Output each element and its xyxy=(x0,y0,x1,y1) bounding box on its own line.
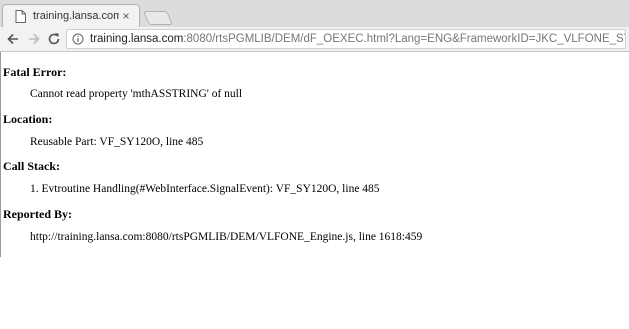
forward-button[interactable] xyxy=(25,30,43,48)
url-text: training.lansa.com:8080/rtsPGMLIB/DEM/dF… xyxy=(90,33,625,45)
fatal-error-heading: Fatal Error: xyxy=(3,65,67,79)
address-bar[interactable]: training.lansa.com:8080/rtsPGMLIB/DEM/dF… xyxy=(66,29,626,49)
browser-tab[interactable]: training.lansa.com:8080/ × xyxy=(2,4,140,27)
fatal-error-message: Cannot read property 'mthASSTRING' of nu… xyxy=(30,88,243,100)
back-button[interactable] xyxy=(4,30,22,48)
toolbar: training.lansa.com:8080/rtsPGMLIB/DEM/dF… xyxy=(0,27,629,52)
reported-by-heading: Reported By: xyxy=(3,207,72,221)
info-icon[interactable] xyxy=(72,33,84,45)
arrow-left-icon xyxy=(7,33,18,45)
call-stack-heading: Call Stack: xyxy=(3,159,60,173)
new-tab-button[interactable] xyxy=(143,11,173,25)
location-text: Reusable Part: VF_SY120O, line 485 xyxy=(30,136,204,148)
call-stack-entry: 1. Evtroutine Handling(#WebInterface.Sig… xyxy=(30,183,380,195)
page-icon xyxy=(15,9,26,23)
browser-window: training.lansa.com:8080/ × xyxy=(0,0,629,257)
url-path: :8080/rtsPGMLIB/DEM/dF_OEXEC.html?Lang=E… xyxy=(183,33,625,45)
reload-button[interactable] xyxy=(45,30,63,48)
tab-strip: training.lansa.com:8080/ × xyxy=(0,0,629,28)
tab-title: training.lansa.com:8080/ xyxy=(33,10,119,22)
arrow-right-icon xyxy=(29,33,40,45)
close-tab-icon[interactable]: × xyxy=(119,9,133,23)
location-heading: Location: xyxy=(3,112,53,126)
url-host: training.lansa.com xyxy=(90,33,184,45)
reported-by-url[interactable]: http://training.lansa.com:8080/rtsPGMLIB… xyxy=(30,231,422,243)
reload-icon xyxy=(48,33,60,45)
error-report: Fatal Error: Cannot read property 'mthAS… xyxy=(0,52,629,257)
